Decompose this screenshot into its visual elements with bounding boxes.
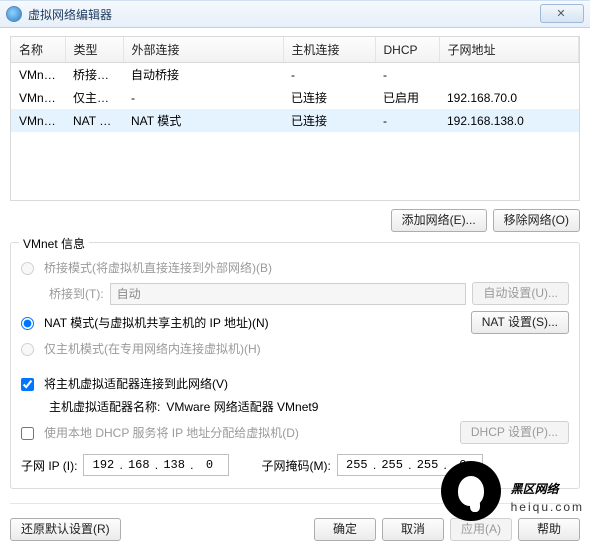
group-title: VMnet 信息 [19, 235, 89, 252]
table-row[interactable]: VMnet0 桥接模式 自动桥接 - - [11, 63, 579, 87]
cell-type: 仅主机... [65, 86, 123, 109]
bridge-radio[interactable] [21, 262, 34, 275]
cell-ext: 自动桥接 [123, 63, 283, 87]
table-row[interactable]: VMnet9 NAT 模式 NAT 模式 已连接 - 192.168.138.0 [11, 109, 579, 132]
table-header-row: 名称 类型 外部连接 主机连接 DHCP 子网地址 [11, 37, 579, 63]
ip-octet[interactable] [159, 458, 189, 472]
help-button[interactable]: 帮助 [518, 518, 580, 541]
cell-sub: 192.168.138.0 [439, 109, 579, 132]
use-dhcp-checkbox[interactable] [21, 427, 34, 440]
nat-settings-button[interactable]: NAT 设置(S)... [471, 311, 569, 334]
cell-dhcp: - [375, 109, 439, 132]
cell-host: 已连接 [283, 109, 375, 132]
cell-name: VMnet9 [11, 109, 65, 132]
vmnet-info-group: VMnet 信息 桥接模式(将虚拟机直接连接到外部网络)(B) 桥接到(T): … [10, 242, 580, 489]
subnet-ip-label: 子网 IP (I): [21, 457, 77, 474]
ip-octet[interactable] [194, 458, 224, 472]
title-bar: 虚拟网络编辑器 [0, 0, 590, 28]
cell-name: VMnet1 [11, 86, 65, 109]
subnet-mask-label: 子网掩码(M): [261, 457, 330, 474]
bridge-radio-label: 桥接模式(将虚拟机直接连接到外部网络)(B) [44, 259, 272, 276]
hostonly-radio-label: 仅主机模式(在专用网络内连接虚拟机)(H) [44, 340, 261, 357]
ip-octet[interactable] [124, 458, 154, 472]
cell-host: - [283, 63, 375, 87]
col-host[interactable]: 主机连接 [283, 37, 375, 63]
apply-button[interactable]: 应用(A) [450, 518, 512, 541]
subnet-ip-input[interactable]: . . . [83, 454, 229, 476]
ok-button[interactable]: 确定 [314, 518, 376, 541]
table-row[interactable]: VMnet1 仅主机... - 已连接 已启用 192.168.70.0 [11, 86, 579, 109]
cell-name: VMnet0 [11, 63, 65, 87]
mask-octet[interactable] [377, 458, 407, 472]
cell-type: 桥接模式 [65, 63, 123, 87]
ip-octet[interactable] [88, 458, 118, 472]
use-dhcp-label: 使用本地 DHCP 服务将 IP 地址分配给虚拟机(D) [44, 424, 299, 441]
window-title: 虚拟网络编辑器 [28, 6, 112, 23]
cell-ext: - [123, 86, 283, 109]
auto-settings-button[interactable]: 自动设置(U)... [472, 282, 569, 305]
add-network-button[interactable]: 添加网络(E)... [391, 209, 487, 232]
host-adapter-value: VMware 网络适配器 VMnet9 [166, 398, 318, 415]
bridge-to-label: 桥接到(T): [49, 285, 104, 302]
col-type[interactable]: 类型 [65, 37, 123, 63]
mask-octet[interactable] [413, 458, 443, 472]
col-ext[interactable]: 外部连接 [123, 37, 283, 63]
restore-defaults-button[interactable]: 还原默认设置(R) [10, 518, 121, 541]
nat-radio-label: NAT 模式(与虚拟机共享主机的 IP 地址)(N) [44, 314, 269, 331]
mask-octet[interactable] [342, 458, 372, 472]
dhcp-settings-button[interactable]: DHCP 设置(P)... [460, 421, 569, 444]
col-name[interactable]: 名称 [11, 37, 65, 63]
cell-dhcp: - [375, 63, 439, 87]
bridge-to-select[interactable] [110, 283, 467, 305]
cell-sub [439, 63, 579, 87]
close-button[interactable] [540, 4, 584, 23]
cell-ext: NAT 模式 [123, 109, 283, 132]
col-dhcp[interactable]: DHCP [375, 37, 439, 63]
connect-host-checkbox[interactable] [21, 378, 34, 391]
cell-type: NAT 模式 [65, 109, 123, 132]
subnet-mask-input[interactable]: . . . [337, 454, 483, 476]
cell-sub: 192.168.70.0 [439, 86, 579, 109]
app-icon [6, 6, 22, 22]
nat-radio[interactable] [21, 317, 34, 330]
hostonly-radio[interactable] [21, 343, 34, 356]
cell-dhcp: 已启用 [375, 86, 439, 109]
remove-network-button[interactable]: 移除网络(O) [493, 209, 580, 232]
host-adapter-label: 主机虚拟适配器名称: [49, 398, 160, 415]
network-table[interactable]: 名称 类型 外部连接 主机连接 DHCP 子网地址 VMnet0 桥接模式 自动… [10, 36, 580, 201]
cancel-button[interactable]: 取消 [382, 518, 444, 541]
mask-octet[interactable] [448, 458, 478, 472]
col-sub[interactable]: 子网地址 [439, 37, 579, 63]
connect-host-label: 将主机虚拟适配器连接到此网络(V) [44, 375, 228, 392]
cell-host: 已连接 [283, 86, 375, 109]
